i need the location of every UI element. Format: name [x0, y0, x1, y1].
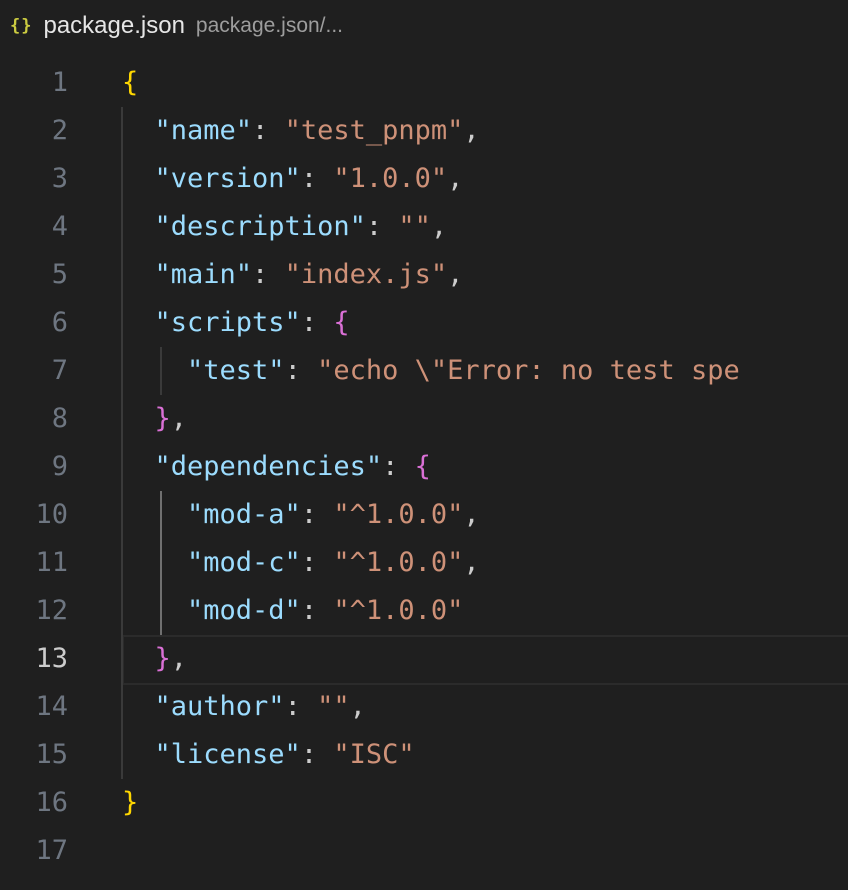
line-number: 4 — [51, 211, 68, 242]
current-line-highlight — [122, 635, 848, 685]
json-string: "" — [317, 691, 350, 722]
punctuation: , — [170, 403, 188, 434]
punctuation: , — [170, 643, 188, 674]
json-string: "echo \"Error: no test spe — [317, 355, 740, 386]
json-string: "1.0.0" — [333, 163, 448, 194]
code-line[interactable]: { — [122, 59, 138, 107]
punctuation: : — [300, 499, 334, 530]
bracket: } — [122, 643, 171, 674]
json-string: "" — [398, 211, 431, 242]
punctuation: : — [300, 307, 334, 338]
line-number: 13 — [35, 643, 68, 674]
line-number: 14 — [35, 691, 68, 722]
json-string: "index.js" — [284, 259, 448, 290]
code-line[interactable]: }, — [122, 635, 188, 683]
json-string: "ISC" — [333, 739, 415, 770]
json-string: "^1.0.0" — [333, 499, 464, 530]
json-key: "dependencies" — [122, 451, 383, 482]
punctuation: , — [463, 115, 480, 146]
line-number: 6 — [51, 307, 68, 338]
json-key: "mod-c" — [122, 547, 301, 578]
json-key: "scripts" — [122, 307, 301, 338]
punctuation: : — [252, 259, 285, 290]
breadcrumb-file-name[interactable]: package.json — [43, 12, 184, 40]
code-line[interactable]: "dependencies": { — [122, 443, 431, 491]
json-key: "description" — [122, 211, 366, 242]
line-number: 5 — [51, 259, 68, 290]
punctuation: : — [365, 211, 399, 242]
code-line[interactable]: "mod-d": "^1.0.0" — [122, 587, 463, 635]
breadcrumb: {} package.json package.json/... — [0, 0, 848, 52]
punctuation: , — [349, 691, 366, 722]
line-number: 2 — [51, 115, 68, 146]
punctuation: : — [252, 115, 285, 146]
line-number: 3 — [51, 163, 68, 194]
punctuation: , — [430, 211, 448, 242]
code-line[interactable]: "license": "ISC" — [122, 731, 415, 779]
bracket: } — [122, 403, 171, 434]
code-line[interactable]: "description": "", — [122, 203, 448, 251]
punctuation: : — [284, 691, 318, 722]
json-key: "version" — [122, 163, 301, 194]
json-key: "author" — [122, 691, 285, 722]
punctuation: , — [447, 259, 464, 290]
line-number: 10 — [35, 499, 68, 530]
json-key: "mod-d" — [122, 595, 301, 626]
punctuation: , — [463, 547, 480, 578]
punctuation: , — [447, 163, 464, 194]
code-line[interactable]: "mod-c": "^1.0.0", — [122, 539, 480, 587]
bracket: { — [333, 307, 350, 338]
punctuation: : — [382, 451, 415, 482]
json-key: "mod-a" — [122, 499, 301, 530]
json-string: "^1.0.0" — [333, 547, 464, 578]
punctuation: : — [300, 739, 334, 770]
code-line[interactable]: "main": "index.js", — [122, 251, 464, 299]
json-key: "test" — [122, 355, 285, 386]
json-key: "name" — [122, 115, 253, 146]
line-number: 16 — [35, 787, 68, 818]
line-number: 12 — [35, 595, 68, 626]
line-number: 8 — [51, 403, 68, 434]
punctuation: , — [463, 499, 480, 530]
punctuation: : — [300, 595, 334, 626]
code-line[interactable]: }, — [122, 395, 188, 443]
code-line[interactable]: "version": "1.0.0", — [122, 155, 464, 203]
breadcrumb-path[interactable]: package.json/... — [196, 14, 343, 38]
line-number: 7 — [51, 355, 68, 386]
json-key: "main" — [122, 259, 253, 290]
code-line[interactable]: "name": "test_pnpm", — [122, 107, 480, 155]
line-number: 11 — [35, 547, 68, 578]
json-key: "license" — [122, 739, 301, 770]
bracket: { — [122, 67, 139, 98]
punctuation: : — [300, 163, 334, 194]
line-number: 17 — [35, 835, 68, 866]
json-string: "test_pnpm" — [284, 115, 464, 146]
code-line[interactable]: } — [122, 779, 138, 827]
json-string: "^1.0.0" — [333, 595, 464, 626]
code-line[interactable]: "mod-a": "^1.0.0", — [122, 491, 480, 539]
line-number: 1 — [51, 67, 68, 98]
punctuation: : — [284, 355, 318, 386]
line-number: 15 — [35, 739, 68, 770]
code-editor[interactable]: {} package.json package.json/... 1234567… — [0, 0, 848, 890]
bracket: { — [414, 451, 431, 482]
code-line[interactable]: "author": "", — [122, 683, 366, 731]
code-line[interactable]: "scripts": { — [122, 299, 350, 347]
punctuation: : — [300, 547, 334, 578]
json-braces-icon: {} — [10, 16, 33, 36]
line-number: 9 — [51, 451, 68, 482]
bracket: } — [122, 787, 139, 818]
code-line[interactable]: "test": "echo \"Error: no test spe — [122, 347, 740, 395]
